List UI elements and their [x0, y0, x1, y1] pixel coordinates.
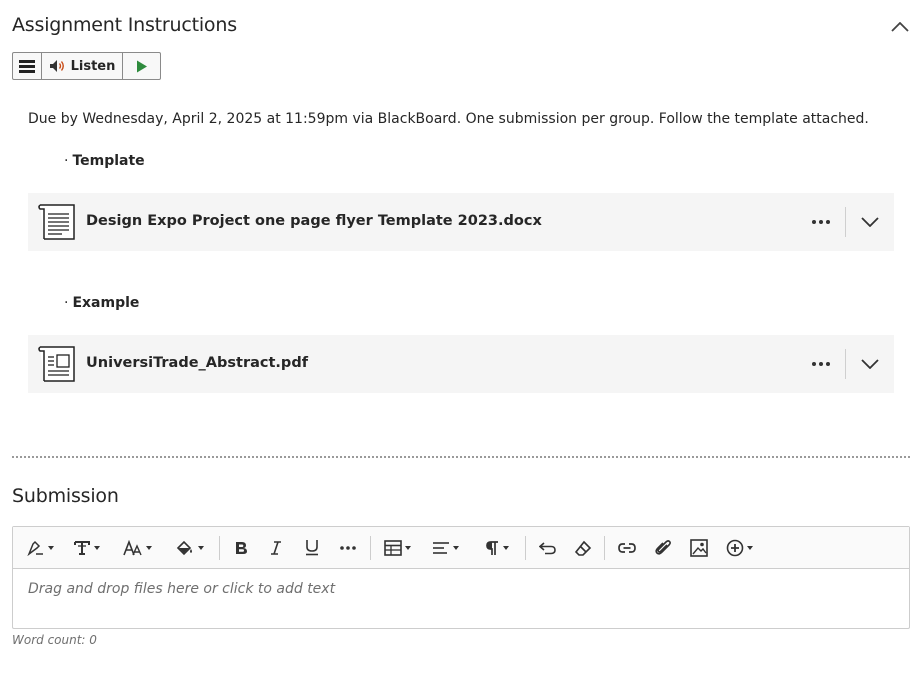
- collapse-button[interactable]: [889, 16, 911, 38]
- format-t-icon: [73, 540, 90, 555]
- section-separator: [12, 456, 910, 458]
- paint-bucket-icon: [176, 540, 192, 555]
- caret-down-icon: [452, 545, 459, 550]
- font-size-icon: [122, 539, 142, 555]
- underline-icon: [306, 540, 318, 556]
- play-icon: [136, 60, 147, 72]
- expand-button[interactable]: [858, 210, 882, 234]
- pilcrow-icon: [485, 540, 498, 555]
- pdf-document-icon: [38, 346, 75, 382]
- example-heading: · Example: [64, 295, 139, 311]
- link-icon: [618, 542, 636, 553]
- readspeaker-menu-button[interactable]: [13, 53, 42, 79]
- plus-circle-icon: [726, 539, 743, 556]
- submission-title: Submission: [12, 485, 119, 507]
- highlight-color-button[interactable]: [163, 533, 215, 563]
- play-button[interactable]: [123, 53, 160, 79]
- text-style-button[interactable]: [19, 533, 61, 563]
- insert-link-button[interactable]: [609, 533, 645, 563]
- more-options-button[interactable]: [808, 352, 834, 376]
- document-icon: [38, 204, 75, 240]
- attachment-name[interactable]: UniversiTrade_Abstract.pdf: [86, 355, 308, 371]
- caret-down-icon: [93, 545, 100, 550]
- chevron-down-icon: [861, 217, 879, 227]
- italic-icon: [271, 540, 281, 555]
- insert-table-button[interactable]: [375, 533, 419, 563]
- assignment-page: Assignment Instructions Listen Due by We…: [0, 0, 919, 675]
- insert-content-button[interactable]: [717, 533, 761, 563]
- editor-input-area[interactable]: Drag and drop files here or click to add…: [13, 569, 909, 629]
- clear-formatting-button[interactable]: [566, 533, 600, 563]
- bold-button[interactable]: [224, 533, 258, 563]
- more-dots-icon: [340, 545, 356, 550]
- italic-button[interactable]: [258, 533, 294, 563]
- image-icon: [690, 538, 708, 557]
- attachment-name[interactable]: Design Expo Project one page flyer Templ…: [86, 213, 542, 229]
- attachment-card-example[interactable]: UniversiTrade_Abstract.pdf: [28, 335, 894, 393]
- word-count: Word count: 0: [12, 633, 97, 647]
- caret-down-icon: [145, 545, 152, 550]
- toolbar-separator: [370, 535, 371, 560]
- attach-file-button[interactable]: [645, 533, 681, 563]
- underline-button[interactable]: [294, 533, 330, 563]
- expand-button[interactable]: [858, 352, 882, 376]
- template-label: Template: [72, 153, 145, 169]
- listen-button[interactable]: Listen: [42, 53, 123, 79]
- toolbar-separator: [219, 535, 220, 560]
- chevron-down-icon: [861, 359, 879, 369]
- caret-down-icon: [746, 545, 753, 550]
- editor-toolbar: [13, 527, 909, 569]
- bullet-icon: ·: [64, 153, 69, 169]
- rich-text-editor: Drag and drop files here or click to add…: [12, 526, 910, 629]
- paperclip-icon: [655, 539, 671, 555]
- toolbar-separator: [525, 535, 526, 560]
- font-size-button[interactable]: [111, 533, 163, 563]
- bullet-icon: ·: [64, 295, 69, 311]
- chevron-up-icon: [891, 22, 909, 32]
- caret-down-icon: [197, 545, 204, 550]
- attachment-card-template[interactable]: Design Expo Project one page flyer Templ…: [28, 193, 894, 251]
- listen-label: Listen: [70, 58, 116, 74]
- table-icon: [383, 539, 402, 556]
- pen-style-icon: [26, 540, 43, 556]
- toolbar-separator: [604, 535, 605, 560]
- due-description: Due by Wednesday, April 2, 2025 at 11:59…: [28, 111, 869, 127]
- paragraph-format-button[interactable]: [61, 533, 111, 563]
- insert-image-button[interactable]: [681, 533, 717, 563]
- caret-down-icon: [404, 545, 411, 550]
- more-dots-icon: [812, 220, 830, 224]
- bold-icon: [236, 541, 247, 554]
- example-label: Example: [72, 295, 140, 311]
- caret-down-icon: [502, 545, 509, 550]
- more-dots-icon: [812, 362, 830, 366]
- undo-button[interactable]: [530, 533, 566, 563]
- speaker-icon: [49, 60, 64, 72]
- caret-down-icon: [47, 545, 54, 550]
- undo-icon: [539, 541, 556, 554]
- section-title: Assignment Instructions: [12, 14, 237, 36]
- template-heading: · Template: [64, 153, 145, 169]
- divider: [845, 349, 846, 379]
- menu-icon: [19, 59, 35, 73]
- eraser-icon: [574, 540, 592, 556]
- divider: [845, 207, 846, 237]
- more-formatting-button[interactable]: [330, 533, 366, 563]
- paragraph-button[interactable]: [471, 533, 521, 563]
- more-options-button[interactable]: [808, 210, 834, 234]
- alignment-button[interactable]: [419, 533, 471, 563]
- readspeaker-toolbar: Listen: [12, 52, 161, 80]
- align-left-icon: [432, 541, 449, 554]
